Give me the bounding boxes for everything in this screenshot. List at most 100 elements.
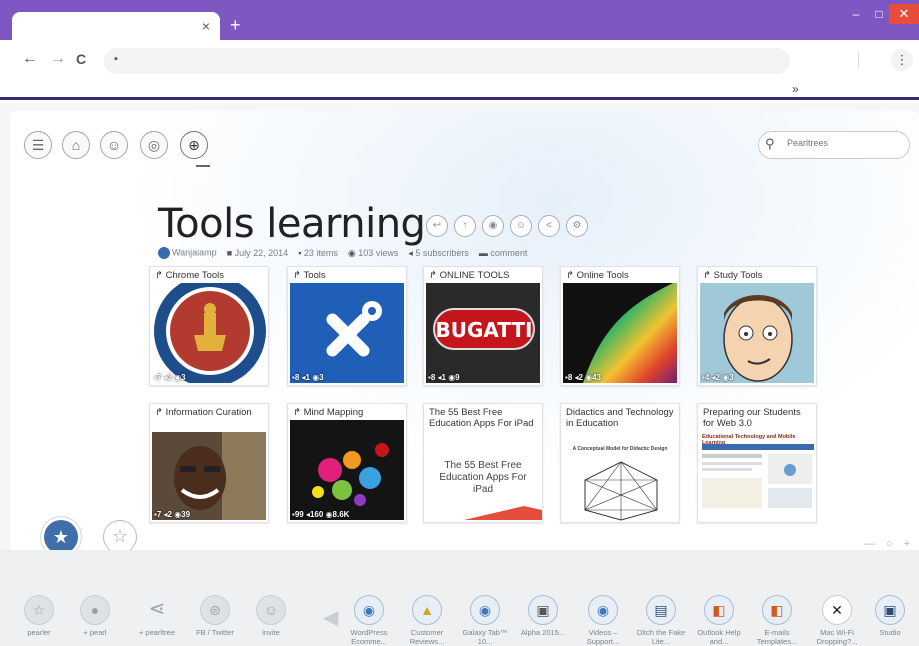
card-stats: ▪8 ◂1 ◉9	[428, 373, 460, 382]
browser-tab[interactable]: ×	[12, 12, 220, 42]
card-stats: ▪8 ◂1 ◉3	[292, 373, 324, 382]
browser-menu-icon[interactable]: ⋮	[891, 49, 913, 71]
search-icon: ⚲	[765, 136, 775, 151]
pearl-card[interactable]: The 55 Best Free Education Apps For iPad…	[423, 403, 543, 523]
pearl-icon: ◉	[470, 595, 500, 625]
pearler-star-button[interactable]: ★	[44, 520, 78, 554]
active-tab-indicator	[196, 165, 210, 167]
search-box[interactable]: ⚲	[758, 131, 910, 159]
pearl-icon: ▣	[875, 595, 905, 625]
search-input[interactable]	[787, 138, 897, 148]
pearl-icon: ●	[80, 595, 110, 625]
dock-item-invite[interactable]: ☺ invite	[246, 595, 296, 637]
app-gap-strip	[0, 550, 919, 585]
card-thumbnail	[702, 444, 814, 508]
card-thumbnail	[290, 283, 404, 383]
home-icon[interactable]: ⌂	[62, 131, 90, 159]
card-stats: ▪99 ◂160 ◉8.6K	[292, 510, 350, 519]
comment-link[interactable]: ▬ comment	[479, 248, 528, 258]
card-thumbnail: BUGATTI	[426, 283, 540, 383]
dock-item-recent[interactable]: ◉ Galaxy Tab™ 10...	[460, 595, 510, 646]
dock-item-recent[interactable]: ◧ Outlook Help and...	[694, 595, 744, 646]
pearltree-card[interactable]: ↱ ONLINE TOOLS BUGATTI ▪8 ◂1 ◉9	[423, 266, 543, 386]
social-icon: ⊜	[200, 595, 230, 625]
list-view-icon[interactable]: ☰	[24, 131, 52, 159]
address-bar[interactable]: ▪	[104, 48, 790, 74]
pearltree-title: Tools learning	[158, 201, 426, 247]
pearltree-meta: Wanjaiamp ■ July 22, 2014 ▪ 23 items ◉ 1…	[158, 247, 527, 259]
forward-button[interactable]: →	[50, 50, 66, 68]
dock-scroll-left-icon[interactable]: ◀	[323, 605, 338, 630]
back-button[interactable]: ←	[22, 50, 38, 68]
team-icon[interactable]: ☺	[100, 131, 128, 159]
settings-icon[interactable]: ⚙	[566, 215, 588, 237]
toolbar-divider	[858, 52, 859, 68]
dock-item-pearl[interactable]: ● + pearl	[70, 595, 120, 637]
back-arrow-icon[interactable]: ↩	[426, 215, 448, 237]
card-thumbnail	[464, 506, 542, 520]
browser-toolbar: ← → C ▪ ⋮	[0, 40, 919, 80]
date: ■ July 22, 2014	[226, 248, 289, 258]
dock-item-pearltree[interactable]: ⋖ + pearltree	[132, 595, 182, 637]
tree-icon: ⋖	[148, 598, 166, 620]
globe-icon[interactable]: ⊕	[180, 131, 208, 159]
dock-item-fb-twitter[interactable]: ⊜ FB / Twitter	[190, 595, 240, 637]
pearl-icon: ▤	[646, 595, 676, 625]
card-stats: ▪7 ◂3 ◉3	[154, 373, 186, 382]
comment-icon: ▬	[478, 248, 488, 258]
pearltree-card[interactable]: ↱ Mind Mapping ▪99 ◂160 ◉8.6K	[287, 403, 407, 523]
close-window-button[interactable]: ✕	[889, 4, 919, 24]
favorite-star-button[interactable]: ☆	[103, 520, 137, 554]
card-title: ↱ ONLINE TOOLS	[429, 270, 510, 281]
card-title: ↱ Online Tools	[566, 270, 629, 281]
card-thumbnail	[152, 283, 266, 383]
pearltree-card[interactable]: ↱ Tools ▪8 ◂1 ◉3	[287, 266, 407, 386]
pearltrees-app: ☰ ⌂ ☺ ◎ ⊕ ⚲ Tools learning ↩ ↑ ◉ ☺ < ⚙ W…	[0, 103, 919, 646]
card-stats: ▪7 ◂2 ◉39	[154, 510, 191, 519]
bookmarks-bar: »	[0, 80, 919, 100]
pearltree-card[interactable]: ↱ Online Tools ▪8 ◂2 ◉43	[560, 266, 680, 386]
dock-item-pearler[interactable]: ☆ pearler	[14, 595, 64, 637]
dock-item-recent[interactable]: ◉ Videos – Support...	[578, 595, 628, 646]
team-up-icon[interactable]: ☺	[510, 215, 532, 237]
pearltree-card[interactable]: ↱ Study Tools ▪4 ◂2 ◉3	[697, 266, 817, 386]
broadcast-icon[interactable]: ◎	[140, 131, 168, 159]
dock-item-recent[interactable]: ▲ Customer Reviews...	[402, 595, 452, 646]
zoom-control[interactable]: — ○ +	[864, 538, 914, 550]
pearl-card[interactable]: Didactics and Technology in Education A …	[560, 403, 680, 523]
card-title: ↱ Tools	[293, 270, 326, 281]
pearltree-card[interactable]: ↱ Information Curation ▪7 ◂2 ◉39	[149, 403, 269, 523]
dock-item-recent[interactable]: ◉ WordPress Ecomme...	[344, 595, 394, 646]
pearl-card[interactable]: Preparing our Students for Web 3.0 Educa…	[697, 403, 817, 523]
reload-button[interactable]: C	[76, 50, 86, 68]
pearltree-actions: ↩ ↑ ◉ ☺ < ⚙	[426, 215, 588, 237]
card-thumbnail	[700, 283, 814, 383]
tab-close-icon[interactable]: ×	[202, 18, 210, 34]
dock-item-recent[interactable]: ◧ E-mails Templates...	[752, 595, 802, 646]
pearl-icon: ▲	[412, 595, 442, 625]
bookmarks-overflow-button[interactable]: »	[792, 82, 799, 96]
items-count: ▪ 23 items	[298, 248, 338, 258]
views-count: ◉ 103 views	[347, 247, 399, 258]
dock-item-recent[interactable]: ✕ Mac Wi-Fi Dropping?...	[812, 595, 862, 646]
author[interactable]: Wanjaiamp	[158, 247, 217, 259]
subscribe-icon[interactable]: ◉	[482, 215, 504, 237]
pearl-icon: ◧	[762, 595, 792, 625]
dock-item-recent[interactable]: ▣ Studio	[866, 595, 914, 637]
pearl-icon: ▣	[528, 595, 558, 625]
subscribers-icon: ◂	[408, 247, 413, 258]
star-icon: ☆	[24, 595, 54, 625]
share-icon[interactable]: <	[538, 215, 560, 237]
browser-titlebar: × + – □ ✕	[0, 0, 919, 42]
pearltree-card[interactable]: ↱ Chrome Tools ▪7 ◂3 ◉3	[149, 266, 269, 386]
new-tab-button[interactable]: +	[230, 16, 241, 34]
pearl-icon: ◉	[354, 595, 384, 625]
pearl-icon: ◧	[704, 595, 734, 625]
card-title: Preparing our Students for Web 3.0	[703, 407, 801, 429]
upload-icon[interactable]: ↑	[454, 215, 476, 237]
dock-item-recent[interactable]: ▤ Ditch the Fake Lite...	[636, 595, 686, 646]
lock-icon: ▪	[114, 53, 118, 65]
dock-item-recent[interactable]: ▣ Alpha 2015...	[518, 595, 568, 637]
close-icon: ✕	[822, 595, 852, 625]
card-title: Didactics and Technology in Education	[566, 407, 674, 429]
